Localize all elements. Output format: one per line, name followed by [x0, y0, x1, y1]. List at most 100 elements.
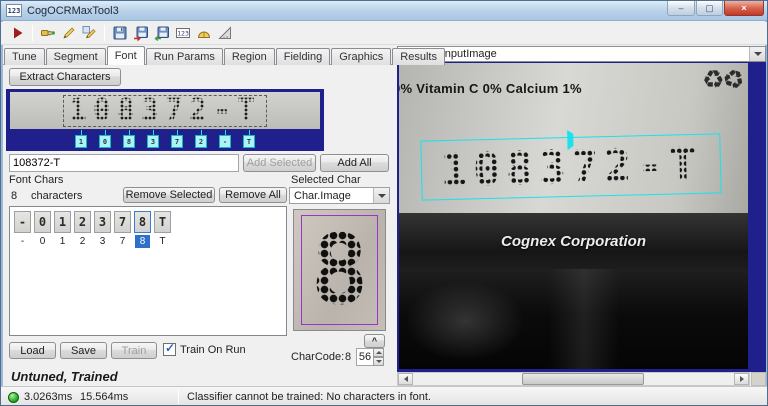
add-all-button[interactable]: Add All — [320, 154, 389, 172]
charcode-value[interactable]: 56 — [356, 348, 373, 366]
input-image: 0% Vitamin C 0% Calcium 1% ♻ ♻ 108372-T C… — [399, 63, 748, 369]
extracted-line-preview: 108372-T 1 0 8 3 7 2 - T — [6, 89, 324, 151]
font-char-item[interactable]: 77 — [114, 211, 131, 248]
scrollbar-track[interactable] — [413, 373, 734, 385]
train-button[interactable]: Train — [111, 342, 157, 359]
tab-font[interactable]: Font — [106, 46, 145, 65]
svg-text:123: 123 — [177, 30, 189, 38]
status-bar: 3.0263ms 15.564ms Classifier cannot be t… — [1, 386, 767, 405]
font-chars-count: 8 — [11, 190, 18, 202]
title-bar[interactable]: 123 CogOCRMaxTool3 – ▢ × — [1, 1, 767, 21]
remove-selected-button[interactable]: Remove Selected — [123, 187, 215, 203]
font-char-item[interactable]: 22 — [74, 211, 91, 248]
status-message: Classifier cannot be trained: No charact… — [187, 391, 431, 403]
tab-fielding[interactable]: Fielding — [275, 48, 331, 65]
selected-char-image: 8 — [293, 209, 386, 331]
train-on-run-row: Train On Run — [163, 341, 246, 356]
edit-font-pencil-icon[interactable] — [79, 23, 100, 43]
font-char-item-selected[interactable]: 88 — [134, 211, 151, 248]
segmentation-marks: 1 0 8 3 7 2 - T — [6, 130, 324, 148]
status-time-1: 3.0263ms — [24, 391, 73, 403]
scrollbar-thumb[interactable] — [522, 373, 645, 385]
main-toolbar: 123 — [1, 22, 767, 45]
ocr-region-box[interactable]: 108372-T — [420, 129, 722, 201]
font-chars-title: Font Chars — [9, 174, 64, 186]
selected-char-title: Selected Char — [291, 174, 361, 186]
charcode-label: CharCode: — [291, 351, 345, 363]
spinner-up-button[interactable] — [373, 348, 384, 357]
status-green-icon — [8, 391, 19, 403]
load-button[interactable]: Load — [9, 342, 56, 359]
add-selected-button[interactable]: Add Selected — [243, 154, 316, 172]
extract-characters-button[interactable]: Extract Characters — [9, 68, 121, 86]
chevron-down-icon[interactable] — [749, 47, 765, 61]
grid-123-icon[interactable]: 123 — [172, 23, 193, 43]
scroll-left-button[interactable] — [398, 373, 413, 385]
line-ocr-text: 108372-T — [62, 94, 268, 127]
font-char-list: -- 00 11 22 33 77 88 TT — [9, 206, 287, 336]
font-char-item[interactable]: -- — [14, 211, 31, 248]
tab-tune[interactable]: Tune — [4, 48, 45, 65]
line-image: 108372-T — [10, 92, 320, 129]
label-top-area: 0% Vitamin C 0% Calcium 1% ♻ ♻ 108372-T — [399, 63, 748, 213]
sign-dark-band: Cognex Corporation — [399, 213, 748, 269]
image-source-selector[interactable]: Current.InputImage — [397, 46, 766, 62]
collapse-panel-button[interactable]: ^ — [364, 334, 385, 348]
brand-caption: Cognex Corporation — [501, 232, 646, 250]
nutrition-text: 0% Vitamin C 0% Calcium 1% — [399, 81, 582, 96]
train-on-run-label: Train On Run — [180, 343, 246, 356]
segment-mark: T — [243, 130, 255, 148]
extracted-string-input[interactable] — [9, 154, 239, 172]
app-icon: 123 — [6, 4, 22, 17]
region-direction-arrow-icon — [567, 129, 574, 151]
charcode-char: 8 — [345, 351, 352, 363]
image-viewport: 0% Vitamin C 0% Calcium 1% ♻ ♻ 108372-T C… — [397, 62, 766, 372]
window-controls: – ▢ × — [666, 1, 764, 16]
chevron-down-icon[interactable] — [373, 188, 389, 203]
segment-mark: 7 — [171, 130, 183, 148]
status-time-2: 15.564ms — [80, 391, 129, 403]
tab-run-params[interactable]: Run Params — [145, 48, 223, 65]
char-region-outline — [301, 215, 378, 325]
font-chars-count-label: characters — [31, 190, 83, 202]
electrode-icon[interactable] — [37, 23, 58, 43]
font-char-item[interactable]: TT — [154, 211, 171, 248]
segment-mark: 0 — [99, 130, 111, 148]
floppy-save-icon[interactable] — [109, 23, 130, 43]
segment-mark: - — [219, 130, 231, 148]
font-char-item[interactable]: 33 — [94, 211, 111, 248]
remove-all-button[interactable]: Remove All — [219, 187, 287, 203]
run-icon[interactable] — [7, 23, 28, 43]
char-image-selector[interactable]: Char.Image — [289, 187, 390, 204]
spinner-down-button[interactable] — [373, 357, 384, 366]
tab-segment[interactable]: Segment — [45, 48, 106, 65]
protractor-icon[interactable] — [193, 23, 214, 43]
tab-graphics[interactable]: Graphics — [331, 48, 392, 65]
minimize-button[interactable]: – — [667, 1, 695, 16]
toolbar-separator — [32, 25, 33, 41]
segment-mark: 1 — [75, 130, 87, 148]
save-button[interactable]: Save — [60, 342, 107, 359]
segment-mark: 2 — [195, 130, 207, 148]
status-divider — [178, 390, 179, 404]
segment-mark: 8 — [123, 130, 135, 148]
tab-results[interactable]: Results — [392, 48, 445, 65]
maximize-button[interactable]: ▢ — [696, 1, 723, 16]
scroll-right-button[interactable] — [734, 373, 749, 385]
tool-result-text: Untuned, Trained — [11, 369, 118, 384]
charcode-spinner: 56 — [356, 348, 384, 366]
window-title: CogOCRMaxTool3 — [27, 4, 119, 17]
close-button[interactable]: × — [724, 1, 764, 16]
floppy-export-icon[interactable] — [151, 23, 172, 43]
tab-region[interactable]: Region — [223, 48, 275, 65]
edit-pencil-icon[interactable] — [58, 23, 79, 43]
train-on-run-checkbox[interactable] — [163, 341, 176, 356]
floppy-import-icon[interactable] — [130, 23, 151, 43]
background-scene — [399, 269, 748, 369]
app-window: 123 CogOCRMaxTool3 – ▢ × 123 Tune Segmen… — [0, 0, 768, 406]
angle-ruler-icon[interactable] — [214, 23, 235, 43]
font-char-item[interactable]: 11 — [54, 211, 71, 248]
font-char-item[interactable]: 00 — [34, 211, 51, 248]
horizontal-scrollbar — [397, 372, 750, 386]
recycle-icon: ♻ ♻ — [702, 63, 748, 97]
